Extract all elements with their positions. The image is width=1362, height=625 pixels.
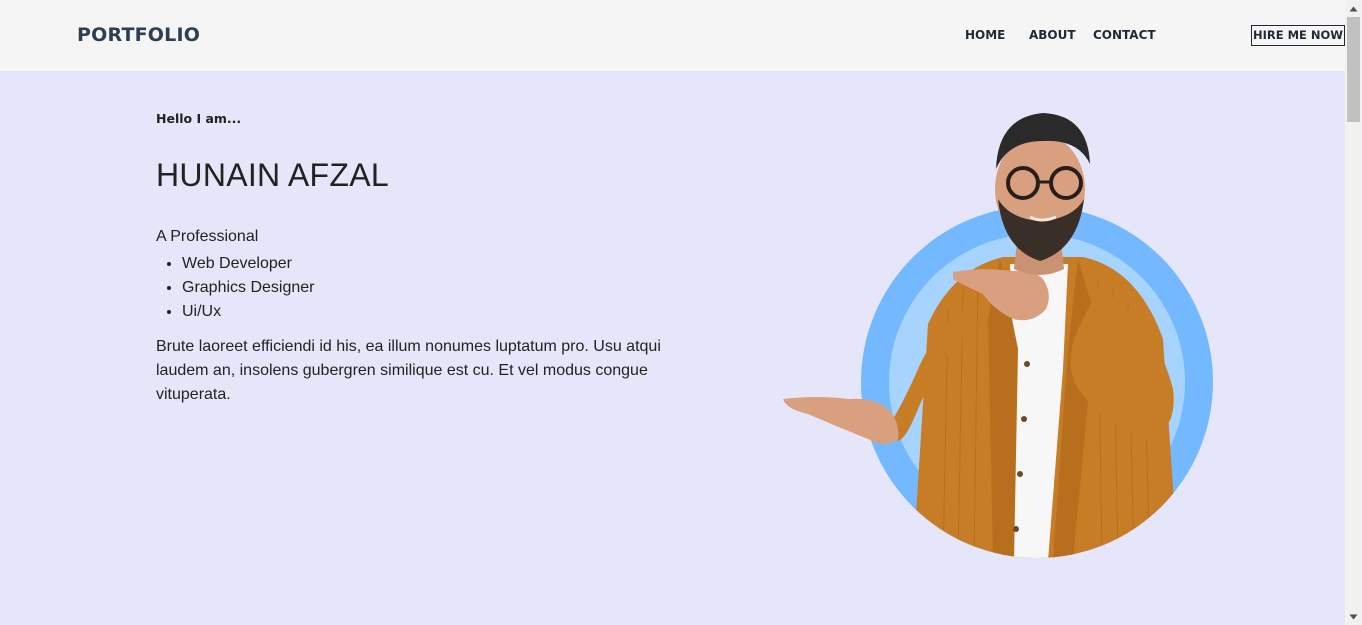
brand-logo[interactable]: PORTFOLIO [77, 24, 200, 46]
nav-contact-link[interactable]: CONTACT [1093, 28, 1156, 42]
hero-name: HUNAIN AFZAL [156, 157, 389, 193]
roles-list: Web Developer Graphics Designer Ui/Ux [182, 252, 315, 324]
navbar: PORTFOLIO HOME ABOUT CONTACT HIRE ME NOW [0, 0, 1345, 71]
scroll-thumb[interactable] [1347, 17, 1360, 122]
triangle-up-icon[interactable] [1345, 0, 1362, 17]
page-scrollbar[interactable] [1345, 0, 1362, 625]
hero-tagline: A Professional [156, 228, 259, 245]
nav-about-link[interactable]: ABOUT [1029, 28, 1076, 42]
greeting-text: Hello I am... [156, 111, 242, 126]
role-item: Ui/Ux [182, 300, 315, 324]
hero-section: Hello I am... HUNAIN AFZAL A Professiona… [0, 71, 1345, 625]
role-item: Graphics Designer [182, 276, 315, 300]
hire-me-button[interactable]: HIRE ME NOW [1251, 25, 1345, 46]
triangle-down-icon[interactable] [1345, 608, 1362, 625]
profile-portrait-image [783, 113, 1213, 558]
nav-home-link[interactable]: HOME [965, 28, 1005, 42]
hero-bio: Brute laoreet efficiendi id his, ea illu… [156, 338, 661, 403]
role-item: Web Developer [182, 252, 315, 276]
